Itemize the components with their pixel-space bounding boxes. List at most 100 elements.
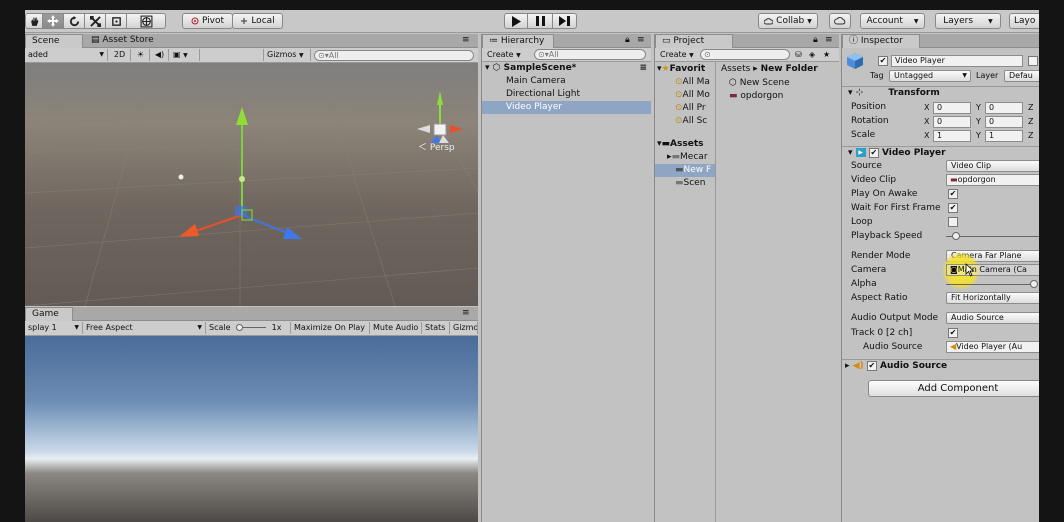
scene-viewport[interactable]: ＜ Persp [25,63,478,306]
persp-label[interactable]: ＜ Persp [418,140,455,153]
account-dropdown[interactable]: Account ▼ [860,13,925,29]
list-item[interactable]: ⬡ New Scene [717,77,839,90]
scale-x-field[interactable]: 1 [933,130,971,142]
list-item[interactable]: Main Camera [482,75,651,88]
panel-menu-icon[interactable]: ≡ [825,34,837,48]
step-button[interactable] [552,13,577,29]
rotation-x-field[interactable]: 0 [933,116,971,128]
loop-checkbox[interactable] [948,217,958,227]
layers-dropdown[interactable]: Layers ▼ [935,13,1001,29]
object-name-field[interactable]: Video Player [891,55,1023,67]
scale-y-field[interactable]: 1 [985,130,1023,142]
video-player-header[interactable]: ▾ ▶ ✔ Video Player [842,146,1039,160]
cloud-button[interactable] [829,13,851,29]
playback-speed-slider[interactable] [946,232,1039,240]
tab-asset-store[interactable]: ▤ Asset Store [85,34,165,48]
list-item-selected[interactable]: ▬New F [655,164,715,177]
audio-toggle[interactable]: ◀) [151,49,169,61]
pause-button[interactable] [527,13,553,29]
rect-tool-button[interactable] [105,13,127,29]
panel-menu-icon[interactable]: ≡ [637,34,649,48]
aspect-ratio-dropdown[interactable]: Fit Horizontally [946,292,1039,304]
tab-project[interactable]: ▭ Project [655,34,733,48]
game-viewport[interactable] [25,336,478,522]
maximize-on-play-toggle[interactable]: Maximize On Play [291,322,370,334]
tab-inspector[interactable]: ⓘ Inspector [842,34,920,48]
list-item[interactable]: ⊙All Mo [655,89,715,102]
audio-output-mode-dropdown[interactable]: Audio Source [946,312,1039,324]
scale-tool-button[interactable] [84,13,106,29]
scale-slider-thumb[interactable] [236,324,244,331]
position-x-field[interactable]: 0 [933,102,971,114]
light-marker[interactable] [178,174,184,180]
tag-dropdown[interactable]: Untagged ▼ [889,70,971,82]
audio-source-header[interactable]: ▸ ◀) ✔ Audio Source [842,359,1039,373]
scene-search-input[interactable]: ⊙▾All [314,50,474,61]
audio-source-field[interactable]: ◀Video Player (Au [946,341,1039,353]
hierarchy-create-dropdown[interactable]: Create ▼ [484,49,532,61]
list-item[interactable]: ⊙All Ma [655,76,715,89]
list-item[interactable]: Directional Light [482,88,651,101]
source-dropdown[interactable]: Video Clip [946,160,1039,172]
lock-icon[interactable]: 🔒︎ [813,34,825,48]
wait-first-frame-checkbox[interactable]: ✔ [948,203,958,213]
track-enabled-checkbox[interactable]: ✔ [948,328,958,338]
mute-audio-toggle[interactable]: Mute Audio [370,322,422,334]
effects-dropdown[interactable]: ▣ ▼ [170,49,200,61]
video-clip-field[interactable]: ▬opdorgon [946,174,1039,186]
gizmos-dropdown[interactable]: Gizmos ▼ [263,49,311,61]
breadcrumb-item-current[interactable]: New Folder [761,64,818,74]
lighting-toggle[interactable]: ☀ [132,49,150,61]
component-enabled-checkbox[interactable]: ✔ [866,360,877,371]
rotate-tool-button[interactable] [63,13,85,29]
alpha-slider[interactable] [946,280,1038,288]
list-item[interactable]: ⊙All Pr [655,102,715,115]
breadcrumb-item[interactable]: Assets [721,64,750,74]
aspect-dropdown[interactable]: Free Aspect ▼ [83,322,206,334]
layout-dropdown[interactable]: Layo [1009,13,1039,29]
tab-scene[interactable]: Scene [25,34,83,48]
hierarchy-search-input[interactable]: ⊙▾All [534,49,646,60]
shading-mode-dropdown[interactable]: aded ▼ [25,49,108,61]
alpha-thumb[interactable] [1030,280,1038,288]
assets-row[interactable]: ▾▬Assets [655,138,715,151]
lock-icon[interactable]: 🔒︎ [625,34,637,48]
local-toggle[interactable]: Local [232,13,283,29]
active-checkbox[interactable]: ✔ [878,56,888,66]
transform-tool-button[interactable] [126,13,166,29]
play-on-awake-checkbox[interactable]: ✔ [948,189,958,199]
project-create-dropdown[interactable]: Create ▼ [657,49,697,61]
list-item[interactable]: ▸▬Mecar [655,151,715,164]
stats-toggle[interactable]: Stats [422,322,450,334]
move-gizmo[interactable] [179,107,302,239]
filter-label-icon[interactable]: ◈ [806,49,820,61]
playback-speed-thumb[interactable] [952,232,960,240]
project-search-input[interactable]: ⊙ [700,49,790,60]
collab-dropdown[interactable]: Collab ▼ [758,13,818,29]
play-button[interactable] [504,13,528,29]
rotation-y-field[interactable]: 0 [985,116,1023,128]
list-item-selected[interactable]: Video Player [482,101,651,114]
star-icon[interactable]: ★ [820,49,834,61]
transform-header[interactable]: ▾ ⊹ Transform [842,86,1039,100]
tab-game[interactable]: Game [25,307,73,321]
list-item[interactable]: ▬Scen [655,177,715,190]
panel-menu-icon[interactable]: ≡ [462,34,476,48]
favorites-row[interactable]: ▾★Favorit [655,63,715,76]
tab-hierarchy[interactable]: ≔ Hierarchy [482,34,554,48]
panel-menu-icon[interactable]: ≡ [462,307,476,321]
add-component-button[interactable]: Add Component [868,380,1039,397]
component-enabled-checkbox[interactable]: ✔ [868,147,879,158]
move-tool-button[interactable] [42,13,64,29]
hierarchy-scene-row[interactable]: ▾ ⬡ SampleScene* ≡ [482,62,651,75]
scale-slider[interactable]: Scale 1x [206,322,291,334]
hand-tool-button[interactable] [25,13,43,29]
scene-options-icon[interactable]: ≡ [639,62,647,75]
filter-type-icon[interactable]: ⛁ [792,49,806,61]
game-gizmos-dropdown[interactable]: Gizmo [450,322,478,334]
camera-field[interactable]: ◙Main Camera (Ca [946,264,1039,276]
display-dropdown[interactable]: splay 1 ▼ [25,322,83,334]
list-item[interactable]: ▬ opdorgon [717,90,839,103]
static-checkbox[interactable] [1028,56,1038,66]
position-y-field[interactable]: 0 [985,102,1023,114]
